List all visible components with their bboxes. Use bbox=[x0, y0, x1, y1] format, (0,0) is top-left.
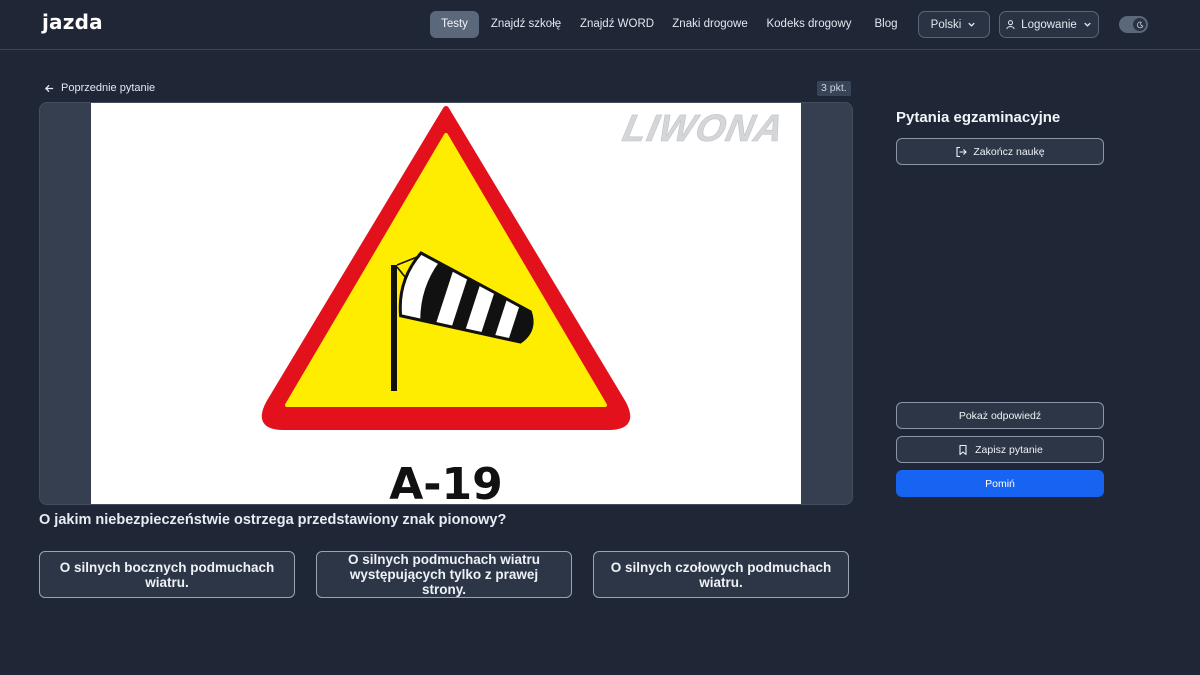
nav-blog[interactable]: Blog bbox=[868, 11, 904, 38]
user-icon bbox=[1006, 20, 1015, 30]
arrow-left-icon bbox=[44, 84, 54, 92]
nav-kodeks-drogowy[interactable]: Kodeks drogowy bbox=[764, 11, 854, 38]
nav-znaki-drogowe[interactable]: Znaki drogowe bbox=[670, 11, 750, 38]
logo[interactable]: jazda bbox=[42, 10, 103, 34]
chevron-down-icon bbox=[968, 22, 976, 27]
nav-znajdz-szkole[interactable]: Znajdź szkołę bbox=[488, 11, 564, 38]
show-answer-label: Pokaż odpowiedź bbox=[958, 409, 1042, 422]
previous-question-link[interactable]: Poprzednie pytanie bbox=[44, 80, 155, 96]
answer-option-1-label: O silnych bocznych podmuchach wiatru. bbox=[59, 559, 275, 590]
previous-question-label: Poprzednie pytanie bbox=[61, 82, 156, 94]
skip-button[interactable]: Pomiń bbox=[896, 470, 1104, 497]
language-select[interactable]: Polski bbox=[918, 11, 990, 38]
points-badge: 3 pkt. bbox=[817, 81, 851, 96]
chevron-down-icon bbox=[1084, 22, 1091, 27]
answer-option-2-label: O silnych podmuchach wiatru występującyc… bbox=[347, 552, 541, 597]
question-image-frame: LIWONA A-19 bbox=[39, 102, 853, 505]
finish-learning-label: Zakończ naukę bbox=[973, 145, 1045, 158]
skip-label: Pomiń bbox=[985, 477, 1015, 490]
moon-icon bbox=[1133, 18, 1146, 31]
nav-testy[interactable]: Testy bbox=[430, 11, 479, 38]
language-label: Polski bbox=[930, 18, 962, 31]
nav-znajdz-word[interactable]: Znajdź WORD bbox=[578, 11, 656, 38]
save-question-label: Zapisz pytanie bbox=[975, 443, 1043, 456]
theme-toggle[interactable] bbox=[1119, 16, 1148, 33]
question-text: O jakim niebezpieczeństwie ostrzega prze… bbox=[39, 512, 507, 528]
watermark-text: LIWONA bbox=[619, 107, 788, 150]
sidebar-title: Pytania egzaminacyjne bbox=[896, 109, 1061, 126]
question-image: LIWONA A-19 bbox=[91, 103, 801, 504]
answer-option-3[interactable]: O silnych czołowych podmuchach wiatru. bbox=[593, 551, 849, 598]
road-sign-a19: LIWONA A-19 bbox=[261, 106, 788, 504]
answer-option-1[interactable]: O silnych bocznych podmuchach wiatru. bbox=[39, 551, 295, 598]
login-dropdown[interactable]: Logowanie bbox=[999, 11, 1099, 38]
login-label: Logowanie bbox=[1021, 18, 1077, 31]
logout-icon bbox=[956, 146, 968, 157]
answer-option-2[interactable]: O silnych podmuchach wiatru występującyc… bbox=[316, 551, 572, 598]
save-question-button[interactable]: Zapisz pytanie bbox=[896, 436, 1104, 463]
sign-code-label: A-19 bbox=[389, 459, 503, 504]
finish-learning-button[interactable]: Zakończ naukę bbox=[896, 138, 1104, 165]
bookmark-icon bbox=[959, 444, 967, 455]
answer-option-3-label: O silnych czołowych podmuchach wiatru. bbox=[610, 559, 832, 590]
top-navbar: jazda Testy Znajdź szkołę Znajdź WORD Zn… bbox=[0, 0, 1200, 50]
show-answer-button[interactable]: Pokaż odpowiedź bbox=[896, 402, 1104, 429]
